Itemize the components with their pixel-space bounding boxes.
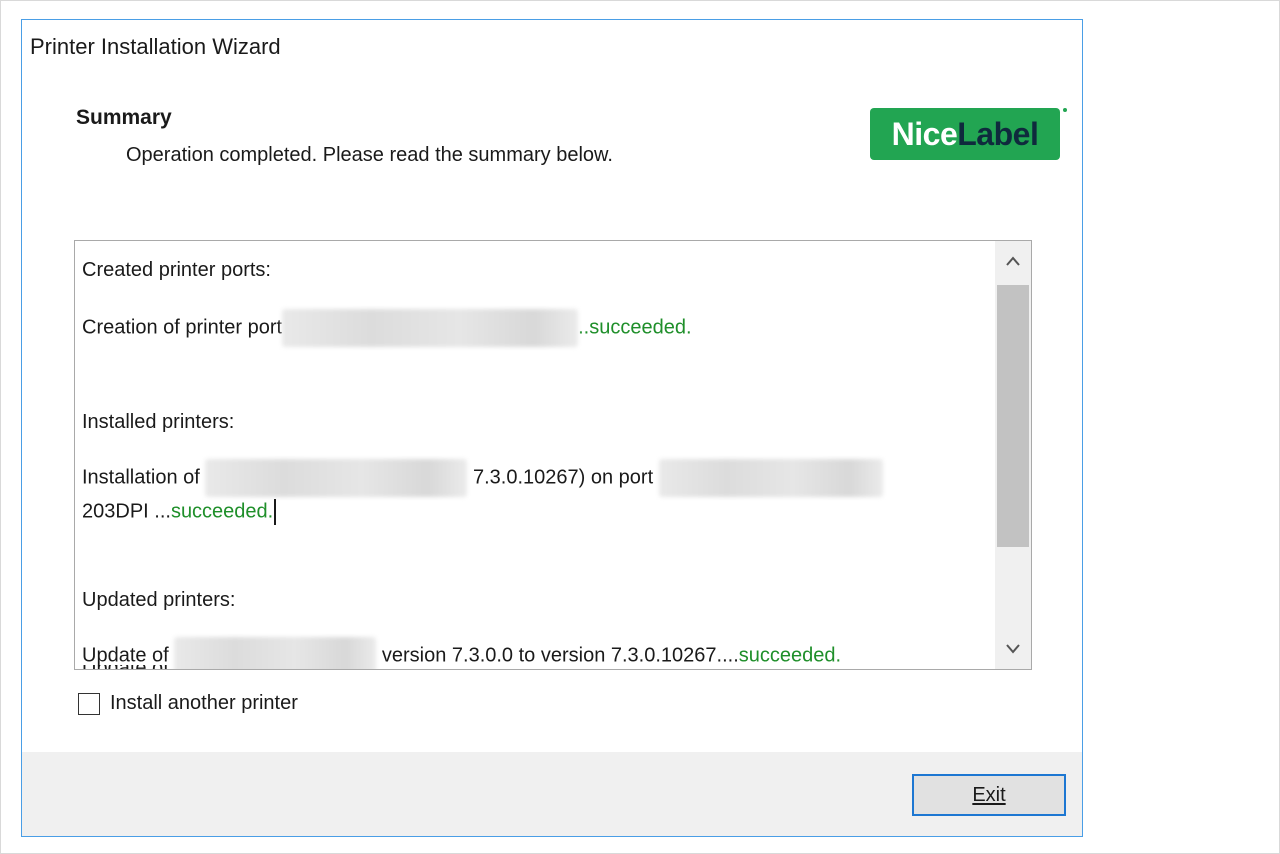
update-line-version: version 7.3.0.0 to version 7.3.0.10267..…	[381, 644, 739, 667]
redacted-port-name-2	[658, 459, 883, 497]
scroll-down-arrow-icon[interactable]	[995, 629, 1031, 669]
scroll-up-arrow-icon[interactable]	[995, 241, 1031, 281]
page-frame: Printer Installation Wizard Summary Oper…	[0, 0, 1280, 854]
page-subtitle: Operation completed. Please read the sum…	[126, 144, 613, 166]
update-line-status: succeeded.	[738, 644, 842, 667]
text-caret	[274, 499, 277, 525]
logo-text-label: Label	[957, 115, 1039, 152]
window-title: Printer Installation Wizard	[30, 34, 281, 59]
install-line2-prefix: 203DPI ...	[82, 500, 171, 523]
redacted-printer-name	[205, 459, 468, 497]
update-line-prefix: Update of	[82, 644, 169, 667]
updated-heading: Updated printers:	[82, 589, 236, 611]
clipped-next-line: Update of	[82, 665, 962, 669]
summary-scrollbar[interactable]	[995, 241, 1031, 669]
clipped-line-text: Update of	[82, 665, 962, 669]
install-line-status: succeeded.	[170, 500, 274, 523]
wizard-footer: Exit	[22, 752, 1082, 836]
install-another-printer-option[interactable]: Install another printer	[78, 692, 298, 715]
exit-button[interactable]: Exit	[912, 774, 1066, 816]
logo-text-nice: Nice	[891, 115, 958, 152]
registered-mark-icon	[1063, 108, 1067, 112]
summary-textbox[interactable]: Created printer ports: Creation of print…	[74, 240, 1032, 670]
installed-heading: Installed printers:	[82, 411, 235, 433]
port-creation-line: Creation of printer port ..succeeded.	[82, 309, 692, 347]
scroll-thumb[interactable]	[997, 285, 1029, 547]
wizard-window: Printer Installation Wizard Summary Oper…	[21, 19, 1083, 837]
install-another-printer-label[interactable]: Install another printer	[110, 692, 298, 715]
ports-heading: Created printer ports:	[82, 259, 271, 281]
page-title: Summary	[76, 106, 172, 129]
nicelabel-logo: Nice Label	[870, 108, 1060, 160]
install-line: Installation of 7.3.0.10267) on port	[82, 459, 883, 497]
port-line-status: ..succeeded.	[578, 316, 692, 339]
install-line-2: 203DPI ...succeeded.	[82, 499, 277, 525]
redacted-port-name	[282, 309, 579, 347]
install-line-prefix: Installation of	[82, 466, 200, 489]
install-another-printer-checkbox[interactable]	[78, 692, 100, 715]
port-line-prefix: Creation of printer port	[82, 316, 283, 339]
install-line-version: 7.3.0.10267) on port	[472, 466, 654, 489]
